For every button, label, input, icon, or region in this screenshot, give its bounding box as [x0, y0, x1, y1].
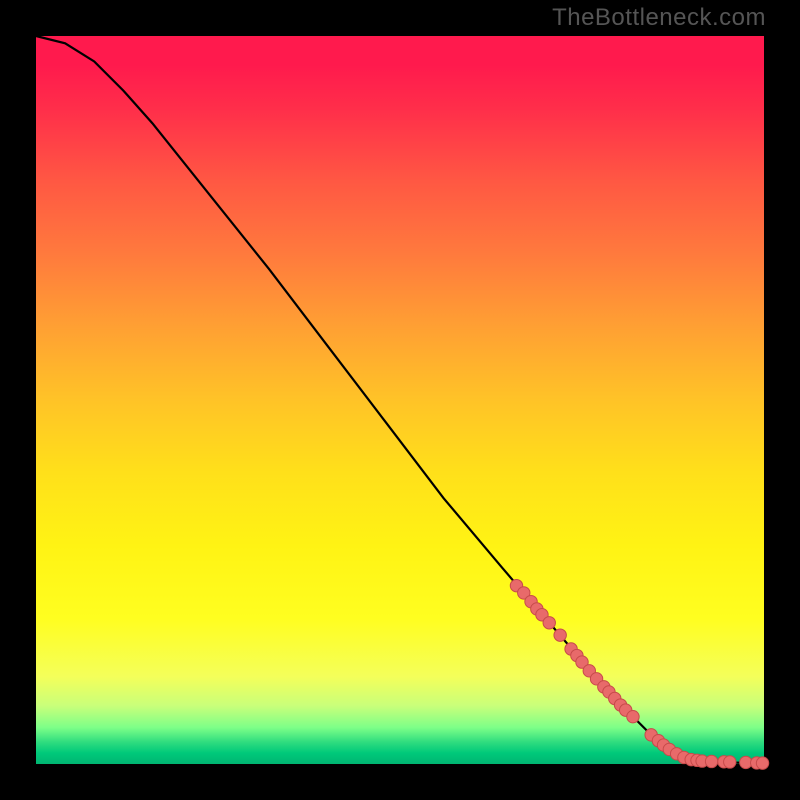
data-marker: [627, 710, 639, 722]
data-markers-group: [510, 579, 768, 769]
data-marker: [543, 617, 555, 629]
watermark-text: TheBottleneck.com: [552, 4, 766, 32]
plot-area: [36, 36, 764, 764]
chart-svg: [36, 36, 764, 764]
data-marker: [705, 755, 717, 767]
chart-frame: TheBottleneck.com: [0, 0, 800, 800]
data-marker: [756, 757, 768, 769]
data-marker: [724, 756, 736, 768]
bottleneck-curve: [36, 36, 764, 763]
data-marker: [554, 629, 566, 641]
